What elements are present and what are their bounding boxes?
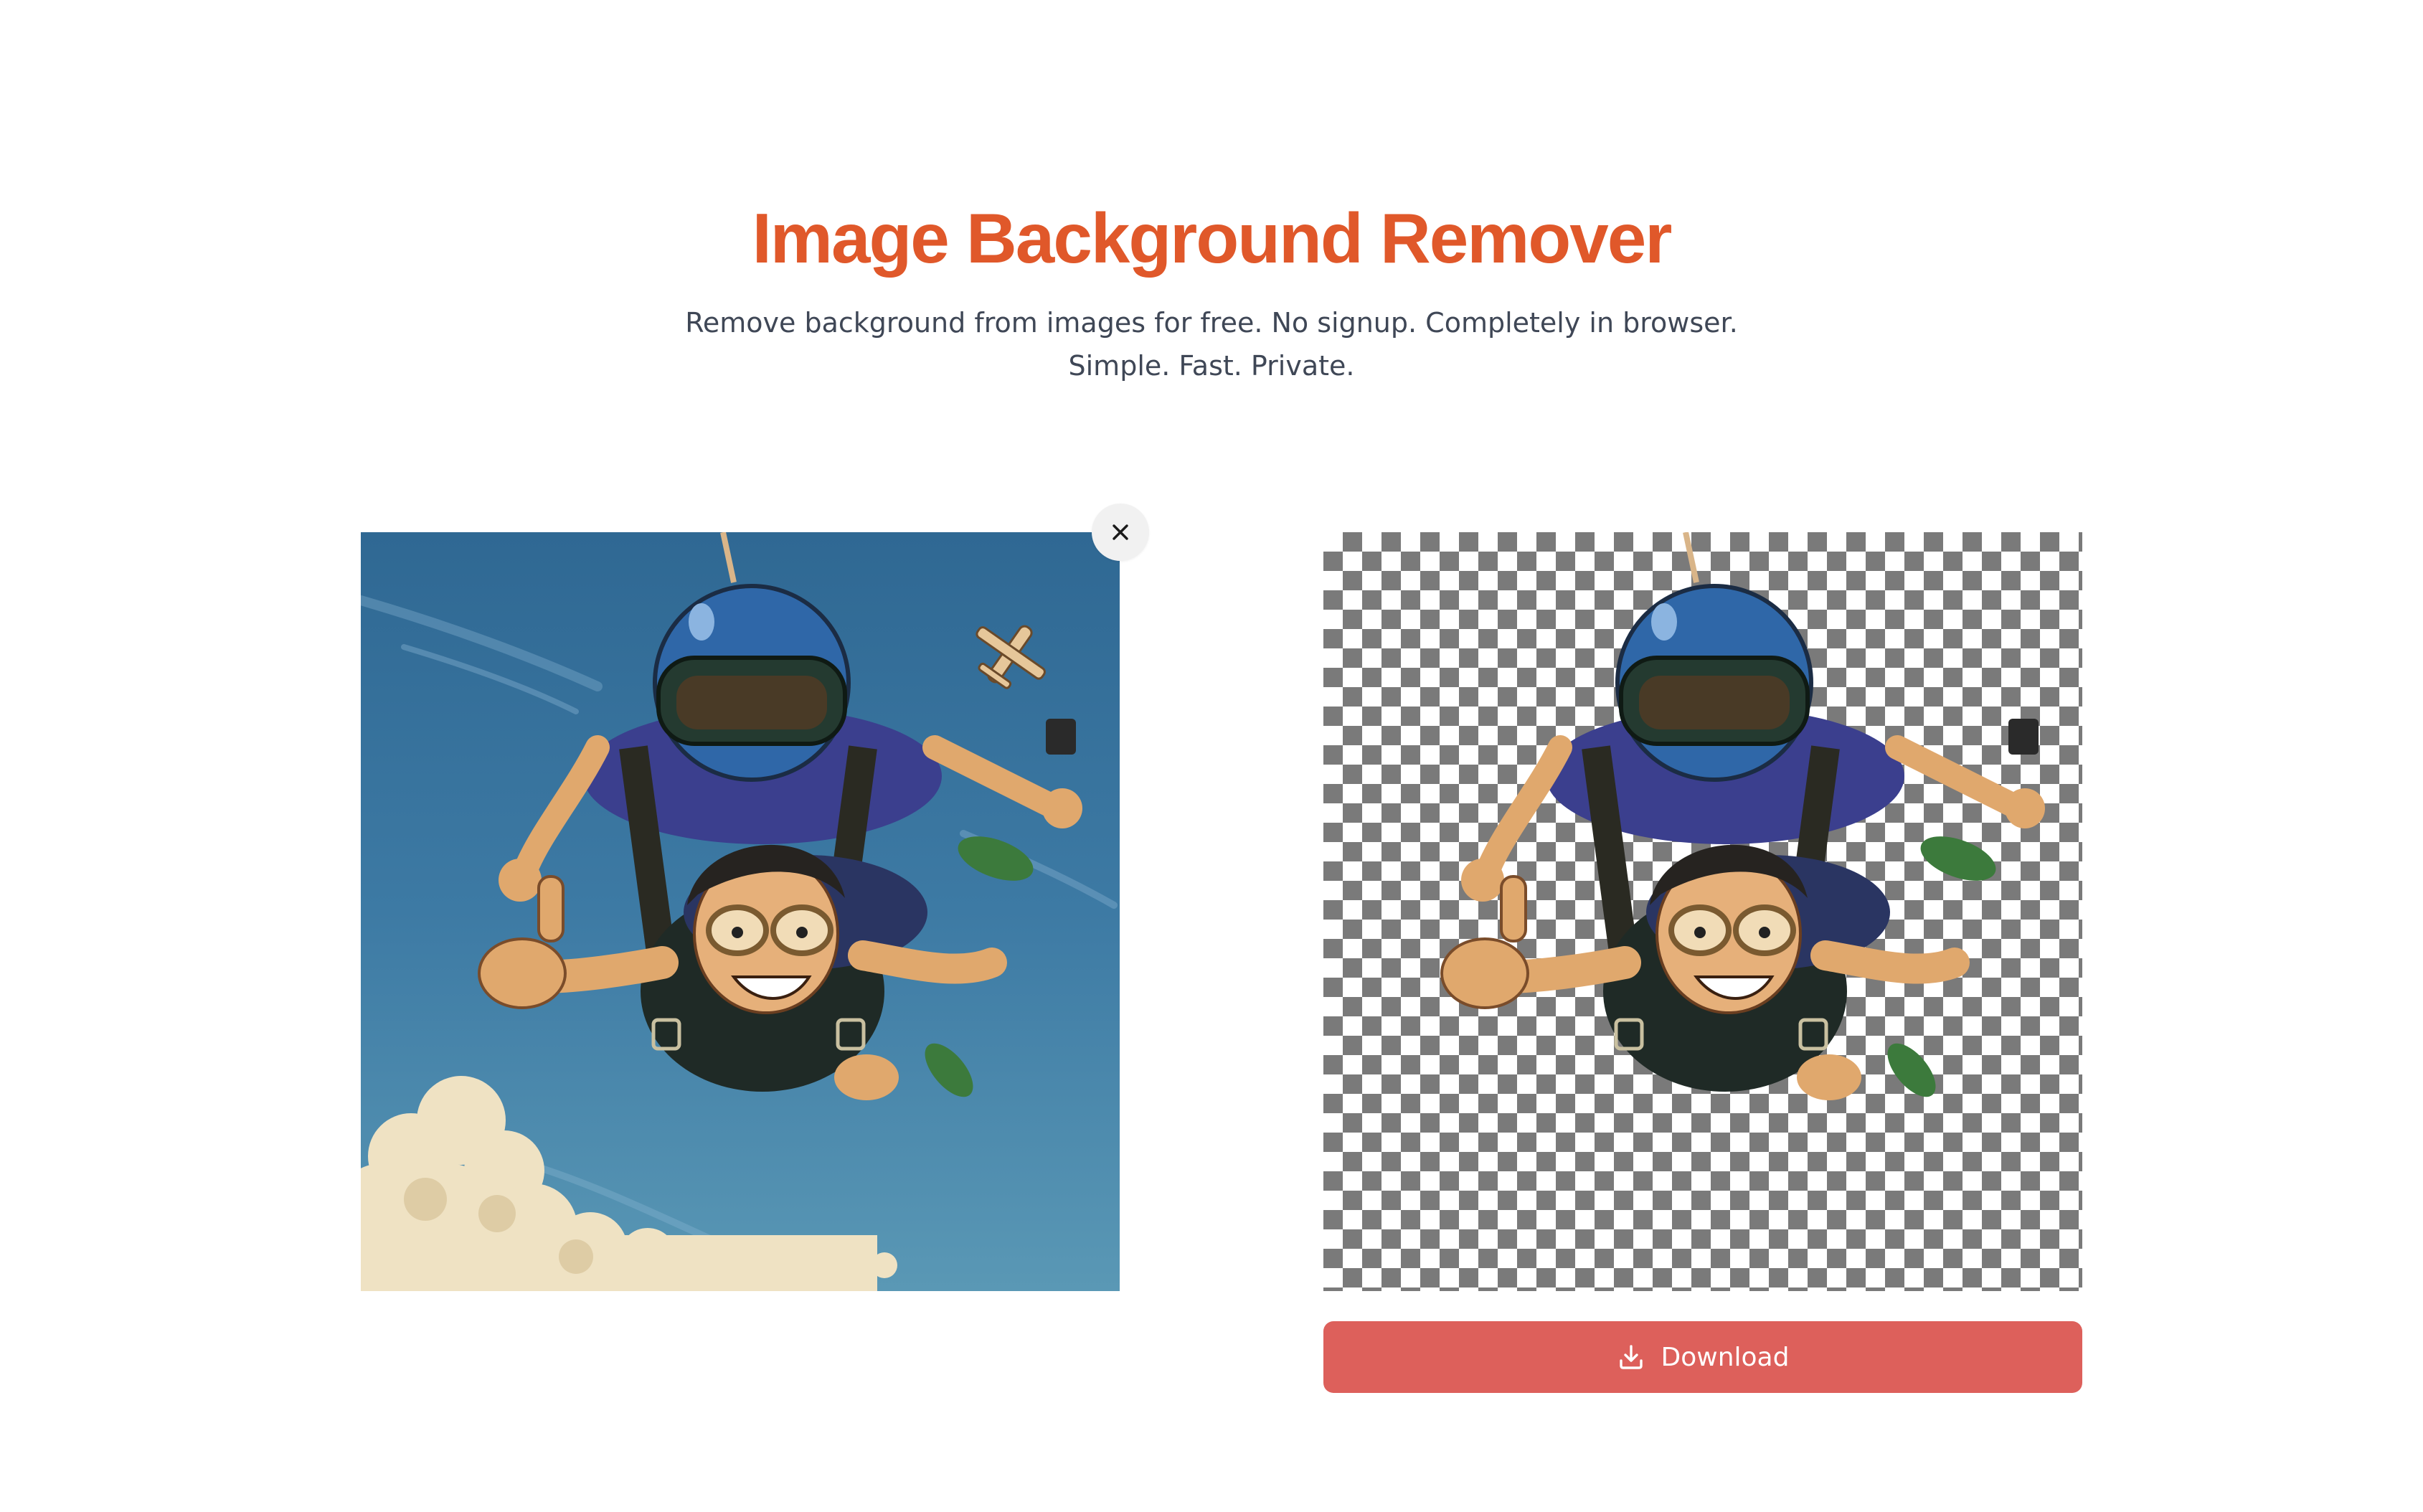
- download-label: Download: [1661, 1342, 1790, 1372]
- result-image-artwork: [1440, 532, 2045, 1100]
- result-image: [1323, 532, 2082, 1291]
- download-button[interactable]: Download: [1323, 1321, 2082, 1393]
- remove-image-button[interactable]: [1092, 504, 1149, 561]
- subtitle-line-1: Remove background from images for free. …: [685, 307, 1738, 339]
- download-icon: [1619, 1345, 1643, 1369]
- subtitle-line-2: Simple. Fast. Private.: [1068, 350, 1355, 382]
- original-image: [361, 532, 1120, 1291]
- page-subtitle: Remove background from images for free. …: [0, 301, 2423, 387]
- original-image-artwork: [361, 532, 1120, 1291]
- close-icon: [1113, 524, 1128, 540]
- page-title: Image Background Remover: [752, 199, 1673, 278]
